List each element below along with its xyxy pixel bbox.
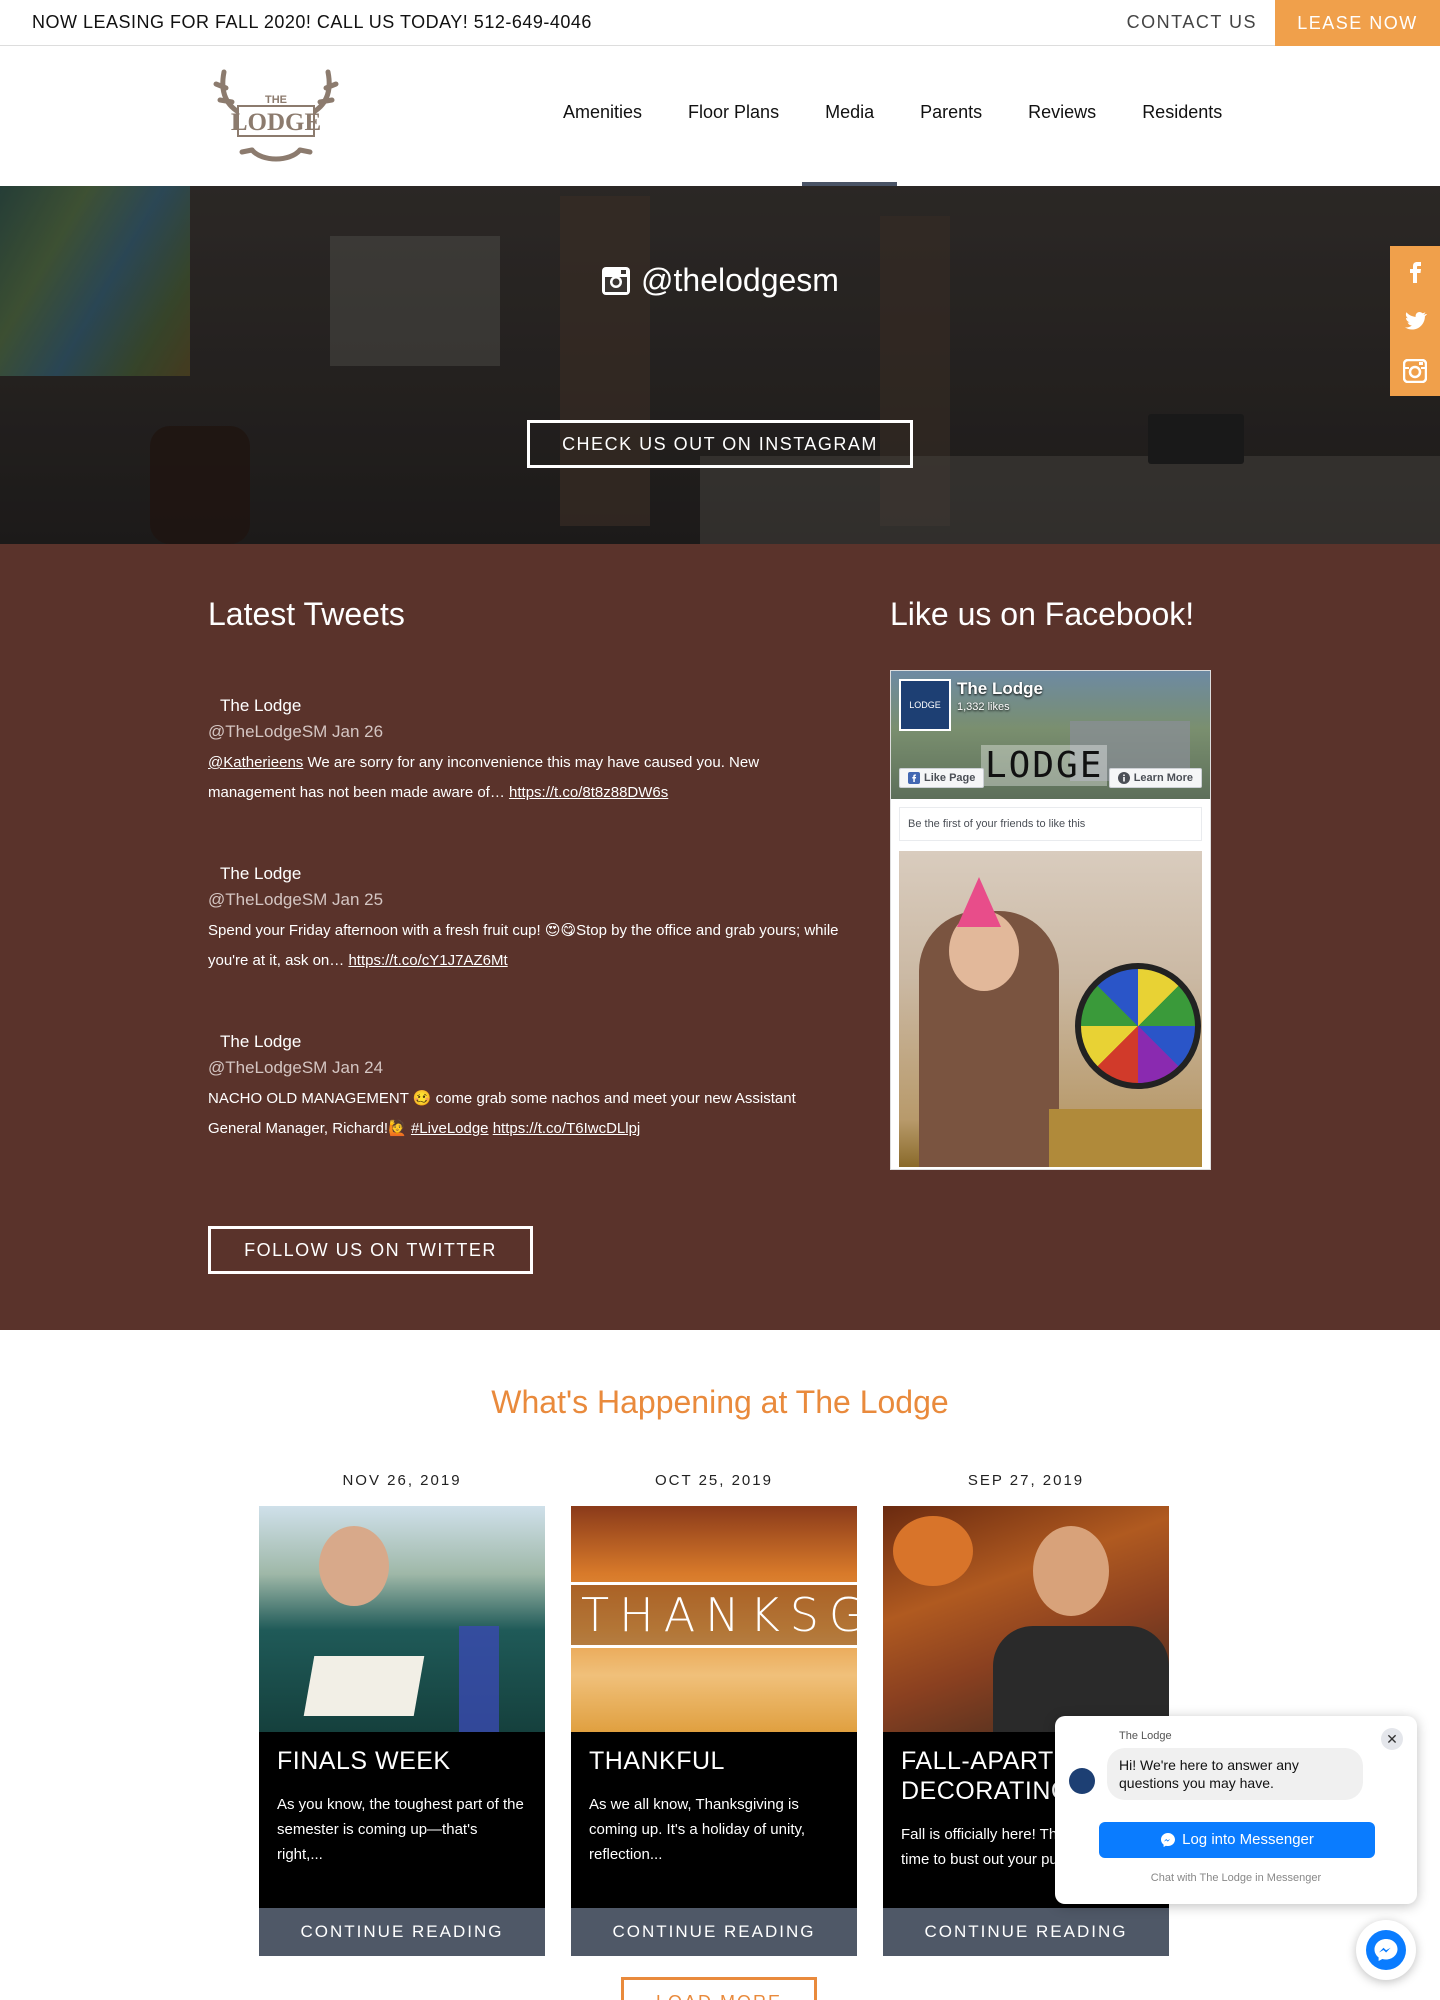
nav-reviews[interactable]: Reviews: [1005, 46, 1119, 186]
messenger-launcher-button[interactable]: [1356, 1920, 1416, 1980]
blog-card: NOV 26, 2019 FINALS WEEK As you know, th…: [259, 1470, 545, 1956]
messenger-page-name: The Lodge: [1119, 1730, 1172, 1742]
facebook-post-image[interactable]: [899, 851, 1202, 1167]
prize-wheel: [1075, 963, 1201, 1089]
facebook-icon: [908, 772, 920, 784]
leasing-promo-text: NOW LEASING FOR FALL 2020! CALL US TODAY…: [32, 12, 592, 32]
tweet-hashtag-link[interactable]: #LiveLodge: [411, 1120, 489, 1137]
nav-floor-plans[interactable]: Floor Plans: [665, 46, 802, 186]
facebook-heading: Like us on Facebook!: [890, 596, 1195, 632]
close-icon[interactable]: ✕: [1381, 1728, 1403, 1750]
post-image[interactable]: THANKSGIVING: [571, 1506, 857, 1732]
social-side-tabs: [1390, 246, 1440, 396]
tweet-handle-date: @TheLodgeSM Jan 24: [208, 1058, 384, 1077]
tweet-link[interactable]: https://t.co/8t8z88DW6s: [509, 784, 668, 801]
facebook-page-name[interactable]: The Lodge: [957, 679, 1043, 699]
party-hat: [957, 877, 1001, 927]
tweet-link[interactable]: https://t.co/T6IwcDLlpj: [493, 1120, 641, 1137]
nav-residents[interactable]: Residents: [1119, 46, 1245, 186]
facebook-tab[interactable]: [1390, 246, 1440, 296]
cover-sign-text: LODGE: [981, 745, 1108, 786]
nav-media[interactable]: Media: [802, 46, 898, 190]
post-excerpt: As you know, the toughest part of the se…: [277, 1796, 524, 1863]
tweet-item: The Lodge @TheLodgeSM Jan 25 Spend your …: [208, 864, 848, 976]
facebook-likes-count: 1,332 likes: [957, 701, 1010, 713]
tweet-mention-link[interactable]: @Katherieens: [208, 754, 303, 771]
tweet-handle-date: @TheLodgeSM Jan 26: [208, 722, 384, 741]
twitter-icon: [1405, 312, 1427, 330]
follow-twitter-button[interactable]: FOLLOW US ON TWITTER: [208, 1226, 533, 1274]
happening-heading: What's Happening at The Lodge: [491, 1384, 949, 1420]
post-title[interactable]: FINALS WEEK: [277, 1746, 527, 1776]
post-image[interactable]: [259, 1506, 545, 1732]
contact-us-link[interactable]: CONTACT US: [1127, 12, 1257, 33]
load-more-button[interactable]: LOAD MORE: [621, 1977, 817, 2000]
post-image[interactable]: [883, 1506, 1169, 1732]
messenger-avatar: [1069, 1768, 1095, 1794]
instagram-tab[interactable]: [1390, 346, 1440, 396]
tweet-item: The Lodge @TheLodgeSM Jan 26 @Katherieen…: [208, 696, 848, 808]
tweet-author: The Lodge: [220, 1032, 302, 1051]
latest-tweets-heading: Latest Tweets: [208, 596, 405, 632]
nav-amenities[interactable]: Amenities: [540, 46, 665, 186]
tweet-author: The Lodge: [220, 696, 302, 715]
social-feeds-section: Latest Tweets Like us on Facebook! The L…: [0, 544, 1440, 1330]
messenger-icon: [1366, 1930, 1406, 1970]
instagram-handle-text: @thelodgesm: [641, 262, 839, 298]
tweet-text: @Katherieens We are sorry for any inconv…: [208, 754, 760, 801]
post-excerpt: As we all know, Thanksgiving is coming u…: [589, 1796, 806, 1863]
the-lodge-logo[interactable]: THE LODGE: [212, 66, 340, 166]
facebook-friends-text: Be the first of your friends to like thi…: [899, 807, 1202, 841]
facebook-icon: [1410, 262, 1421, 283]
info-icon: [1117, 772, 1130, 784]
messenger-footer-text: Chat with The Lodge in Messenger: [1150, 1872, 1322, 1884]
tweet-handle-date: @TheLodgeSM Jan 25: [208, 890, 384, 909]
instagram-button[interactable]: CHECK US OUT ON INSTAGRAM: [527, 420, 913, 468]
log-into-messenger-button[interactable]: Log into Messenger: [1099, 1822, 1375, 1858]
continue-reading-button[interactable]: CONTINUE READING: [883, 1908, 1169, 1956]
top-bar: NOW LEASING FOR FALL 2020! CALL US TODAY…: [0, 0, 1440, 46]
twitter-tab[interactable]: [1390, 296, 1440, 346]
messenger-chat-popup: The Lodge ✕ Hi! We're here to answer any…: [1055, 1716, 1417, 1904]
facebook-cover-photo[interactable]: LODGE LODGE The Lodge 1,332 likes Like P…: [891, 671, 1210, 799]
continue-reading-button[interactable]: CONTINUE READING: [571, 1908, 857, 1956]
main-nav: Amenities Floor Plans Media Parents Revi…: [540, 46, 1245, 190]
tweet-text: Spend your Friday afternoon with a fresh…: [208, 922, 839, 969]
post-date: SEP 27, 2019: [967, 1472, 1085, 1489]
nav-parents[interactable]: Parents: [897, 46, 1005, 186]
tweet-item: The Lodge @TheLodgeSM Jan 24 NACHO OLD M…: [208, 1032, 848, 1144]
site-header: THE LODGE Amenities Floor Plans Media Pa…: [0, 46, 1440, 190]
logo-lodge-text: LODGE: [231, 109, 321, 136]
tweet-link[interactable]: https://t.co/cY1J7AZ6Mt: [348, 952, 507, 969]
tweet-author: The Lodge: [220, 864, 302, 883]
post-title[interactable]: THANKFUL: [589, 1746, 839, 1776]
learn-more-button[interactable]: Learn More: [1108, 768, 1202, 788]
facebook-page-widget: LODGE LODGE The Lodge 1,332 likes Like P…: [890, 670, 1211, 1170]
instagram-handle: @thelodgesm: [0, 262, 1440, 299]
facebook-page-avatar[interactable]: LODGE: [899, 679, 951, 731]
post-date: NOV 26, 2019: [342, 1472, 462, 1489]
thanksgiving-banner-text: THANKSGIVING: [571, 1582, 857, 1648]
instagram-icon: [602, 266, 631, 295]
tweet-text: NACHO OLD MANAGEMENT 🥴 come grab some na…: [208, 1090, 796, 1137]
logo-the-text: THE: [265, 94, 287, 106]
messenger-icon: [1161, 1833, 1176, 1847]
blog-card: OCT 25, 2019 THANKSGIVING THANKFUL As we…: [571, 1470, 857, 1956]
like-page-button[interactable]: Like Page: [899, 768, 985, 788]
continue-reading-button[interactable]: CONTINUE READING: [259, 1908, 545, 1956]
instagram-hero: @thelodgesm CHECK US OUT ON INSTAGRAM: [0, 186, 1440, 544]
messenger-greeting: Hi! We're here to answer any questions y…: [1107, 1748, 1363, 1800]
post-date: OCT 25, 2019: [655, 1472, 773, 1489]
instagram-icon: [1403, 359, 1427, 383]
lease-now-button[interactable]: LEASE NOW: [1275, 0, 1440, 46]
